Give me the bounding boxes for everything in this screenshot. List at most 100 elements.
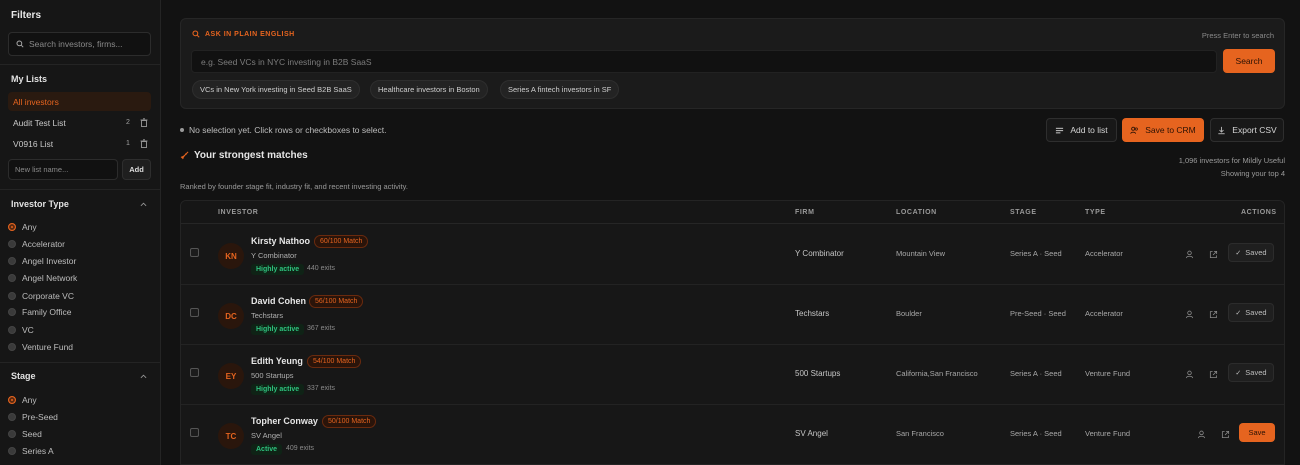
radio-label: Seed: [22, 429, 42, 439]
divider: [0, 362, 161, 363]
row-checkbox[interactable]: [190, 368, 199, 377]
match-badge: 54/100 Match: [307, 355, 362, 368]
investor-name[interactable]: Topher Conway: [251, 416, 318, 426]
external-link-icon[interactable]: [1209, 310, 1218, 319]
matches-title: Your strongest matches: [180, 150, 308, 161]
header-location[interactable]: LOCATION: [896, 209, 937, 216]
investor-name[interactable]: Edith Yeung: [251, 356, 303, 366]
activity-badge: Highly active: [251, 384, 305, 395]
type-cell: Accelerator: [1085, 309, 1123, 318]
saved-button[interactable]: ✓ Saved: [1228, 303, 1274, 322]
activity-badge: Highly active: [251, 324, 305, 335]
save-button[interactable]: Save: [1239, 423, 1275, 442]
radio-stage-seed[interactable]: Seed: [8, 427, 42, 441]
list-item-v0916[interactable]: V0916 List 1: [8, 134, 151, 153]
saved-button[interactable]: ✓ Saved: [1228, 363, 1274, 382]
search-icon: [16, 40, 24, 48]
plain-english-query-input[interactable]: e.g. Seed VCs in NYC investing in B2B Sa…: [191, 50, 1217, 73]
radio-dot: [8, 223, 16, 231]
chevron-up-icon[interactable]: [140, 201, 147, 208]
row-checkbox[interactable]: [190, 248, 199, 257]
status-dot: [180, 128, 184, 132]
rocket-icon: [180, 151, 189, 160]
list-item-label: V0916 List: [13, 138, 54, 149]
row-checkbox[interactable]: [190, 308, 199, 317]
list-item-audit-test[interactable]: Audit Test List 2: [8, 113, 151, 132]
radio-investor-type-accelerator[interactable]: Accelerator: [8, 237, 65, 251]
external-link-icon[interactable]: [1209, 250, 1218, 259]
radio-investor-type-corporate-vc[interactable]: Corporate VC: [8, 289, 74, 303]
export-csv-button[interactable]: Export CSV: [1210, 118, 1284, 142]
radio-label: Corporate VC: [22, 291, 74, 301]
search-button[interactable]: Search: [1223, 49, 1275, 73]
investor-search-input[interactable]: Search investors, firms...: [8, 32, 151, 56]
matches-title-text: Your strongest matches: [194, 150, 308, 161]
filters-sidebar: Filters Search investors, firms... My Li…: [0, 0, 161, 465]
radio-investor-type-family-office[interactable]: Family Office: [8, 305, 71, 319]
row-checkbox[interactable]: [190, 428, 199, 437]
radio-dot: [8, 308, 16, 316]
location-cell: Boulder: [896, 309, 922, 318]
list-item-all-investors[interactable]: All investors: [8, 92, 151, 111]
match-badge: 50/100 Match: [322, 415, 377, 428]
radio-stage-series-a[interactable]: Series A: [8, 444, 54, 458]
radio-label: Angel Network: [22, 273, 78, 283]
radio-label: Any: [22, 395, 37, 405]
investor-firm: 500 Startups: [251, 371, 294, 380]
list-icon: [1056, 127, 1064, 133]
radio-label: Series A: [22, 446, 54, 456]
match-badge: 60/100 Match: [314, 235, 369, 248]
new-list-input[interactable]: New list name...: [8, 159, 118, 180]
trash-icon[interactable]: [140, 118, 148, 127]
radio-investor-type-any[interactable]: Any: [8, 220, 37, 234]
radio-label: VC: [22, 325, 34, 335]
radio-investor-type-angel-network[interactable]: Angel Network: [8, 271, 77, 285]
investors-table: INVESTOR FIRM LOCATION STAGE TYPE ACTION…: [180, 200, 1285, 465]
export-csv-label: Export CSV: [1232, 125, 1277, 135]
my-lists-title: My Lists: [11, 74, 48, 84]
external-link-icon[interactable]: [1221, 430, 1230, 439]
table-row[interactable]: KN Kirsty Nathoo 60/100 Match Y Combinat…: [181, 225, 1284, 285]
user-profile-icon[interactable]: [1185, 370, 1194, 379]
suggestion-chip[interactable]: Healthcare investors in Boston: [370, 80, 488, 99]
investor-firm: SV Angel: [251, 431, 282, 440]
save-to-crm-button[interactable]: Save to CRM: [1122, 118, 1204, 142]
suggestion-chip[interactable]: VCs in New York investing in Seed B2B Sa…: [192, 80, 360, 99]
radio-investor-type-angel-investor[interactable]: Angel Investor: [8, 254, 76, 268]
saved-button[interactable]: ✓ Saved: [1228, 243, 1274, 262]
header-firm[interactable]: FIRM: [795, 209, 815, 216]
header-investor[interactable]: INVESTOR: [218, 209, 258, 216]
radio-stage-any[interactable]: Any: [8, 393, 37, 407]
chevron-up-icon[interactable]: [140, 373, 147, 380]
stage-cell: Series A · Seed: [1010, 249, 1062, 258]
investor-name[interactable]: Kirsty Nathoo: [251, 236, 310, 246]
radio-dot: [8, 274, 16, 282]
firm-cell: 500 Startups: [795, 369, 841, 378]
external-link-icon[interactable]: [1209, 370, 1218, 379]
avatar: DC: [218, 303, 244, 329]
list-count: 2: [126, 119, 130, 126]
header-stage[interactable]: STAGE: [1010, 209, 1037, 216]
radio-investor-type-vc[interactable]: VC: [8, 323, 34, 337]
activity-badge: Highly active: [251, 264, 305, 275]
activity-badge: Active: [251, 444, 283, 455]
user-profile-icon[interactable]: [1185, 250, 1194, 259]
table-row[interactable]: DC David Cohen 56/100 Match Techstars Hi…: [181, 285, 1284, 345]
add-list-button[interactable]: Add: [122, 159, 151, 180]
suggestion-chip[interactable]: Series A fintech investors in SF: [500, 80, 620, 99]
radio-investor-type-venture-fund[interactable]: Venture Fund: [8, 340, 73, 354]
table-row[interactable]: TC Topher Conway 50/100 Match SV Angel A…: [181, 405, 1284, 464]
user-profile-icon[interactable]: [1185, 310, 1194, 319]
radio-stage-pre-seed[interactable]: Pre-Seed: [8, 410, 58, 424]
filters-title: Filters: [11, 10, 42, 21]
add-to-list-button[interactable]: Add to list: [1046, 118, 1117, 142]
location-cell: San Francisco: [896, 429, 944, 438]
investor-name[interactable]: David Cohen: [251, 296, 306, 306]
user-profile-icon[interactable]: [1197, 430, 1206, 439]
radio-label: Venture Fund: [22, 342, 74, 352]
header-type[interactable]: TYPE: [1085, 209, 1106, 216]
results-count-line: 1,096 investors for Mildly Useful: [1178, 156, 1285, 165]
trash-icon[interactable]: [140, 139, 148, 148]
search-placeholder: Search investors, firms...: [29, 39, 123, 49]
table-row[interactable]: EY Edith Yeung 54/100 Match 500 Startups…: [181, 345, 1284, 405]
